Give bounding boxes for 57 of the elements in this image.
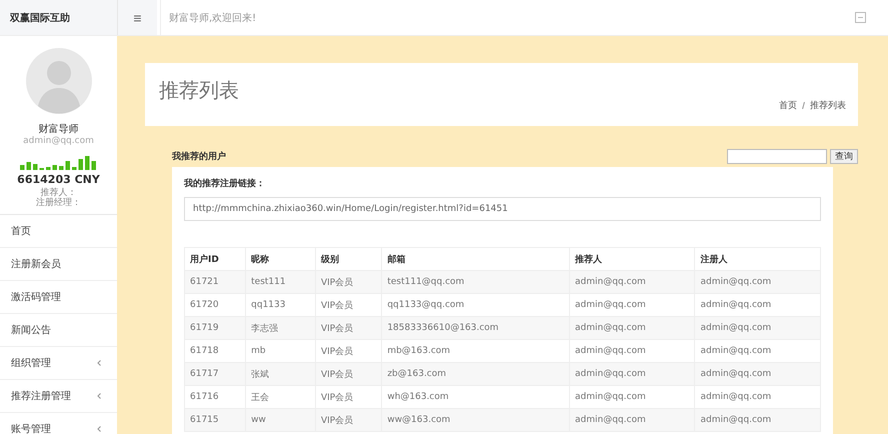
table-cell: admin@qq.com	[570, 316, 695, 340]
breadcrumb-link[interactable]: 首页	[779, 99, 797, 112]
sidebar-item[interactable]: 首页	[0, 215, 117, 248]
user-email: admin@qq.com	[23, 136, 94, 146]
sidebar-item[interactable]: 账号管理	[0, 413, 117, 434]
search-button[interactable]: 查询	[830, 149, 858, 164]
sidebar-item[interactable]: 注册新会员	[0, 248, 117, 281]
referrer-label: 推荐人：	[40, 188, 76, 198]
column-header: 推荐人	[570, 248, 695, 270]
balance-text: 6614203 CNY	[17, 173, 100, 186]
sidebar-item[interactable]: 新闻公告	[0, 314, 117, 347]
column-header: 用户ID	[184, 248, 246, 270]
table-cell: VIP会员	[315, 316, 382, 340]
avatar-silhouette-icon	[26, 48, 92, 114]
menu-button[interactable]: ≡	[117, 0, 157, 35]
breadcrumb-link[interactable]: 推荐列表	[810, 99, 846, 112]
table-cell: admin@qq.com	[694, 270, 820, 294]
column-header: 邮箱	[382, 248, 570, 270]
sidebar-item[interactable]: 推荐注册管理	[0, 380, 117, 413]
user-name: 财富导师	[38, 122, 78, 136]
link-label: 我的推荐注册链接：	[184, 177, 266, 190]
welcome-text: 财富导师,欢迎回来!	[169, 12, 256, 24]
chevron-left-icon	[97, 426, 101, 432]
bar-graph-icon	[20, 154, 98, 170]
table-cell: VIP会员	[315, 362, 382, 386]
table-cell: 18583336610@163.com	[382, 316, 570, 340]
table-cell: test111@qq.com	[382, 270, 570, 294]
link-field[interactable]: http://mmmchina.zhixiao360.win/Home/Login/register.html?id=61451	[184, 197, 821, 221]
table-cell: test111	[246, 270, 316, 294]
table-cell: 61721	[184, 270, 246, 294]
table-cell: admin@qq.com	[570, 270, 695, 294]
page-title: 推荐列表	[159, 77, 240, 104]
table-cell: admin@qq.com	[570, 362, 695, 386]
table-cell: admin@qq.com	[694, 408, 820, 432]
chevron-left-icon	[97, 360, 101, 366]
chevron-left-icon	[97, 393, 101, 399]
table-cell: VIP会员	[315, 408, 382, 432]
table-cell: 李志强	[246, 316, 316, 340]
table-cell: 61715	[184, 408, 246, 432]
manager-label: 注册经理：	[36, 198, 81, 208]
table-cell: admin@qq.com	[694, 316, 820, 340]
sidebar-item[interactable]: 激活码管理	[0, 281, 117, 314]
sidebar-item[interactable]: 组织管理	[0, 347, 117, 380]
table-cell: zb@163.com	[382, 362, 570, 386]
column-header: 注册人	[694, 248, 820, 270]
table-cell: ww@163.com	[382, 408, 570, 432]
table-cell: 61719	[184, 316, 246, 340]
section-label: 我推荐的用户	[172, 150, 226, 163]
table-cell: admin@qq.com	[694, 362, 820, 386]
table-cell: 张斌	[246, 362, 316, 386]
exit-icon[interactable]	[855, 12, 866, 23]
search-field[interactable]	[727, 149, 827, 164]
table-cell: 61717	[184, 362, 246, 386]
site-logo[interactable]: 双赢国际互助	[0, 0, 117, 35]
table-cell: VIP会员	[315, 270, 382, 294]
table-cell: admin@qq.com	[570, 408, 695, 432]
table-cell: ww	[246, 408, 316, 432]
